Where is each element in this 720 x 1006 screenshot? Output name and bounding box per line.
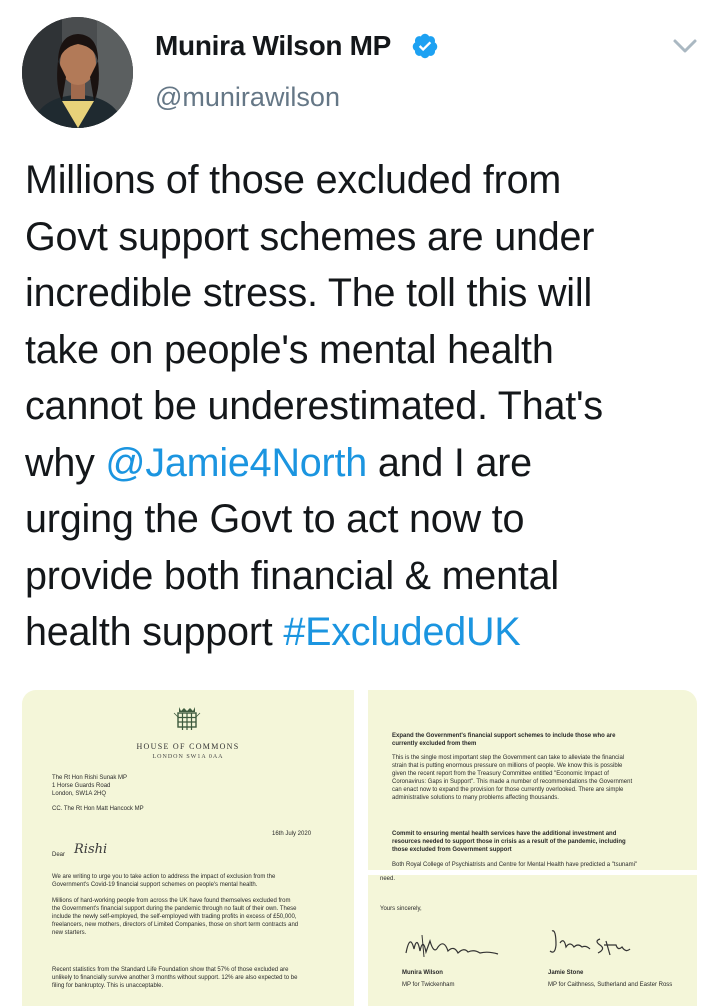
letter-line: include the newly self-employed, the sel… bbox=[52, 914, 297, 920]
letter-line: We are writing to urge you to take actio… bbox=[52, 874, 276, 880]
signature-jamie-stone bbox=[549, 930, 631, 956]
letter-date: 16th July 2020 bbox=[272, 831, 312, 837]
author-handle[interactable]: @munirawilson bbox=[155, 82, 340, 113]
tweet-header: Munira Wilson MP @munirawilson bbox=[0, 0, 720, 140]
letter-line: Both Royal College of Psychiatrists and … bbox=[392, 862, 638, 868]
letter-line: new starters. bbox=[52, 930, 87, 936]
tweet-text-segment: Millions of those excluded from bbox=[25, 158, 562, 202]
tweet-text-line: take on people's mental health bbox=[25, 322, 705, 379]
tweet-text-line: incredible stress. The toll this will bbox=[25, 265, 705, 322]
salutation-name-handwritten: Rishi bbox=[74, 842, 108, 857]
letter-line: Millions of hard-working people from acr… bbox=[52, 898, 291, 904]
letter-line: freelancers, new mothers, directors of L… bbox=[52, 922, 299, 928]
letter-line: Government's Covid-19 financial support … bbox=[52, 882, 258, 888]
letter-line: This is the single most important step t… bbox=[392, 755, 625, 761]
recipient-line: 1 Horse Guards Road bbox=[52, 783, 111, 789]
tweet-text-segment: urging the Govt to act now to bbox=[25, 497, 525, 541]
tweet-text-segment: provide both financial & mental bbox=[25, 553, 559, 598]
chevron-down-icon[interactable] bbox=[670, 35, 700, 57]
tweet-media-grid: HOUSE OF COMMONS LONDON SW1A 0AA The Rt … bbox=[22, 690, 697, 1006]
letterhead-address: LONDON SW1A 0AA bbox=[152, 754, 224, 760]
letter-line: strain that is putting enormous pressure… bbox=[392, 763, 623, 769]
letter-line: the Government's financial support durin… bbox=[52, 906, 297, 912]
tweet-text-line: provide both financial & mental bbox=[25, 548, 705, 605]
tweet-text: Millions of those excluded from Govt supp… bbox=[25, 152, 705, 661]
portcullis-crest-icon bbox=[173, 707, 201, 730]
letter-line: filing for bankruptcy. This is unaccepta… bbox=[52, 983, 164, 989]
author-display-name[interactable]: Munira Wilson MP bbox=[155, 30, 391, 62]
tweet-text-segment: take on people's mental health bbox=[25, 327, 554, 372]
tweet-text-segment: health support bbox=[25, 610, 284, 654]
letter-line: administrative solutions to many problem… bbox=[392, 795, 559, 801]
letter-heading-line: Expand the Government's financial suppor… bbox=[392, 733, 616, 739]
letter-closing: Yours sincerely, bbox=[380, 906, 422, 912]
tweet-text-line: why @Jamie4North and I are bbox=[25, 435, 705, 492]
cc-line: CC. The Rt Hon Matt Hancock MP bbox=[52, 806, 144, 812]
signatory-name: Jamie Stone bbox=[548, 970, 584, 976]
signatory-role: MP for Caithness, Sutherland and Easter … bbox=[548, 982, 673, 988]
tweet-text-line: urging the Govt to act now to bbox=[25, 491, 705, 548]
letter-line: given the recent report from the Treasur… bbox=[392, 771, 609, 777]
salutation: Dear bbox=[52, 852, 66, 858]
letter-line: need. bbox=[380, 876, 396, 882]
signature-munira-wilson bbox=[405, 934, 499, 958]
hashtag-link[interactable]: #ExcludedUK bbox=[283, 610, 520, 654]
avatar[interactable] bbox=[22, 17, 133, 128]
letter-page-3-image[interactable]: need. Yours sincerely, Munira Wilson MP … bbox=[368, 875, 697, 1006]
letter-heading-line: those excluded from Government support bbox=[392, 847, 512, 853]
letter-heading-line: currently excluded from them bbox=[392, 741, 477, 747]
verified-badge-icon bbox=[412, 33, 438, 59]
letter-heading-line: resources needed to support those in cri… bbox=[392, 839, 626, 845]
recipient-line: London, SW1A 2HQ bbox=[52, 791, 107, 797]
tweet-text-segment: Govt support schemes are under bbox=[25, 214, 595, 259]
tweet-text-segment: why bbox=[25, 440, 106, 485]
letter-page-1-image[interactable]: HOUSE OF COMMONS LONDON SW1A 0AA The Rt … bbox=[22, 690, 354, 1006]
letter-line: can enact now to expand the provision fo… bbox=[392, 787, 624, 793]
letter-page-2-image[interactable]: Expand the Government's financial suppor… bbox=[368, 690, 697, 870]
tweet-text-line: Govt support schemes are under bbox=[25, 209, 705, 266]
letter-heading-line: Commit to ensuring mental health service… bbox=[392, 831, 617, 837]
recipient-line: The Rt Hon Rishi Sunak MP bbox=[52, 775, 128, 781]
mention-link[interactable]: @Jamie4North bbox=[105, 441, 367, 485]
tweet-text-segment: cannot be underestimated. That's bbox=[25, 384, 603, 428]
letter-line: Recent statistics from the Standard Life… bbox=[52, 967, 289, 973]
letterhead-title: HOUSE OF COMMONS bbox=[136, 742, 240, 751]
signatory-name: Munira Wilson bbox=[402, 970, 443, 976]
tweet-text-line: health support #ExcludedUK bbox=[25, 604, 705, 661]
tweet-text-segment: and I are bbox=[367, 440, 532, 485]
signatory-role: MP for Twickenham bbox=[402, 982, 455, 988]
tweet-text-line: Millions of those excluded from bbox=[25, 152, 705, 209]
letter-line: Coronavirus: Gaps in Support". This made… bbox=[392, 779, 633, 785]
tweet-text-line: cannot be underestimated. That's bbox=[25, 378, 705, 435]
tweet-text-segment: incredible stress. The toll this will bbox=[25, 271, 593, 315]
letter-line: unlikely to financially survive another … bbox=[52, 975, 298, 981]
